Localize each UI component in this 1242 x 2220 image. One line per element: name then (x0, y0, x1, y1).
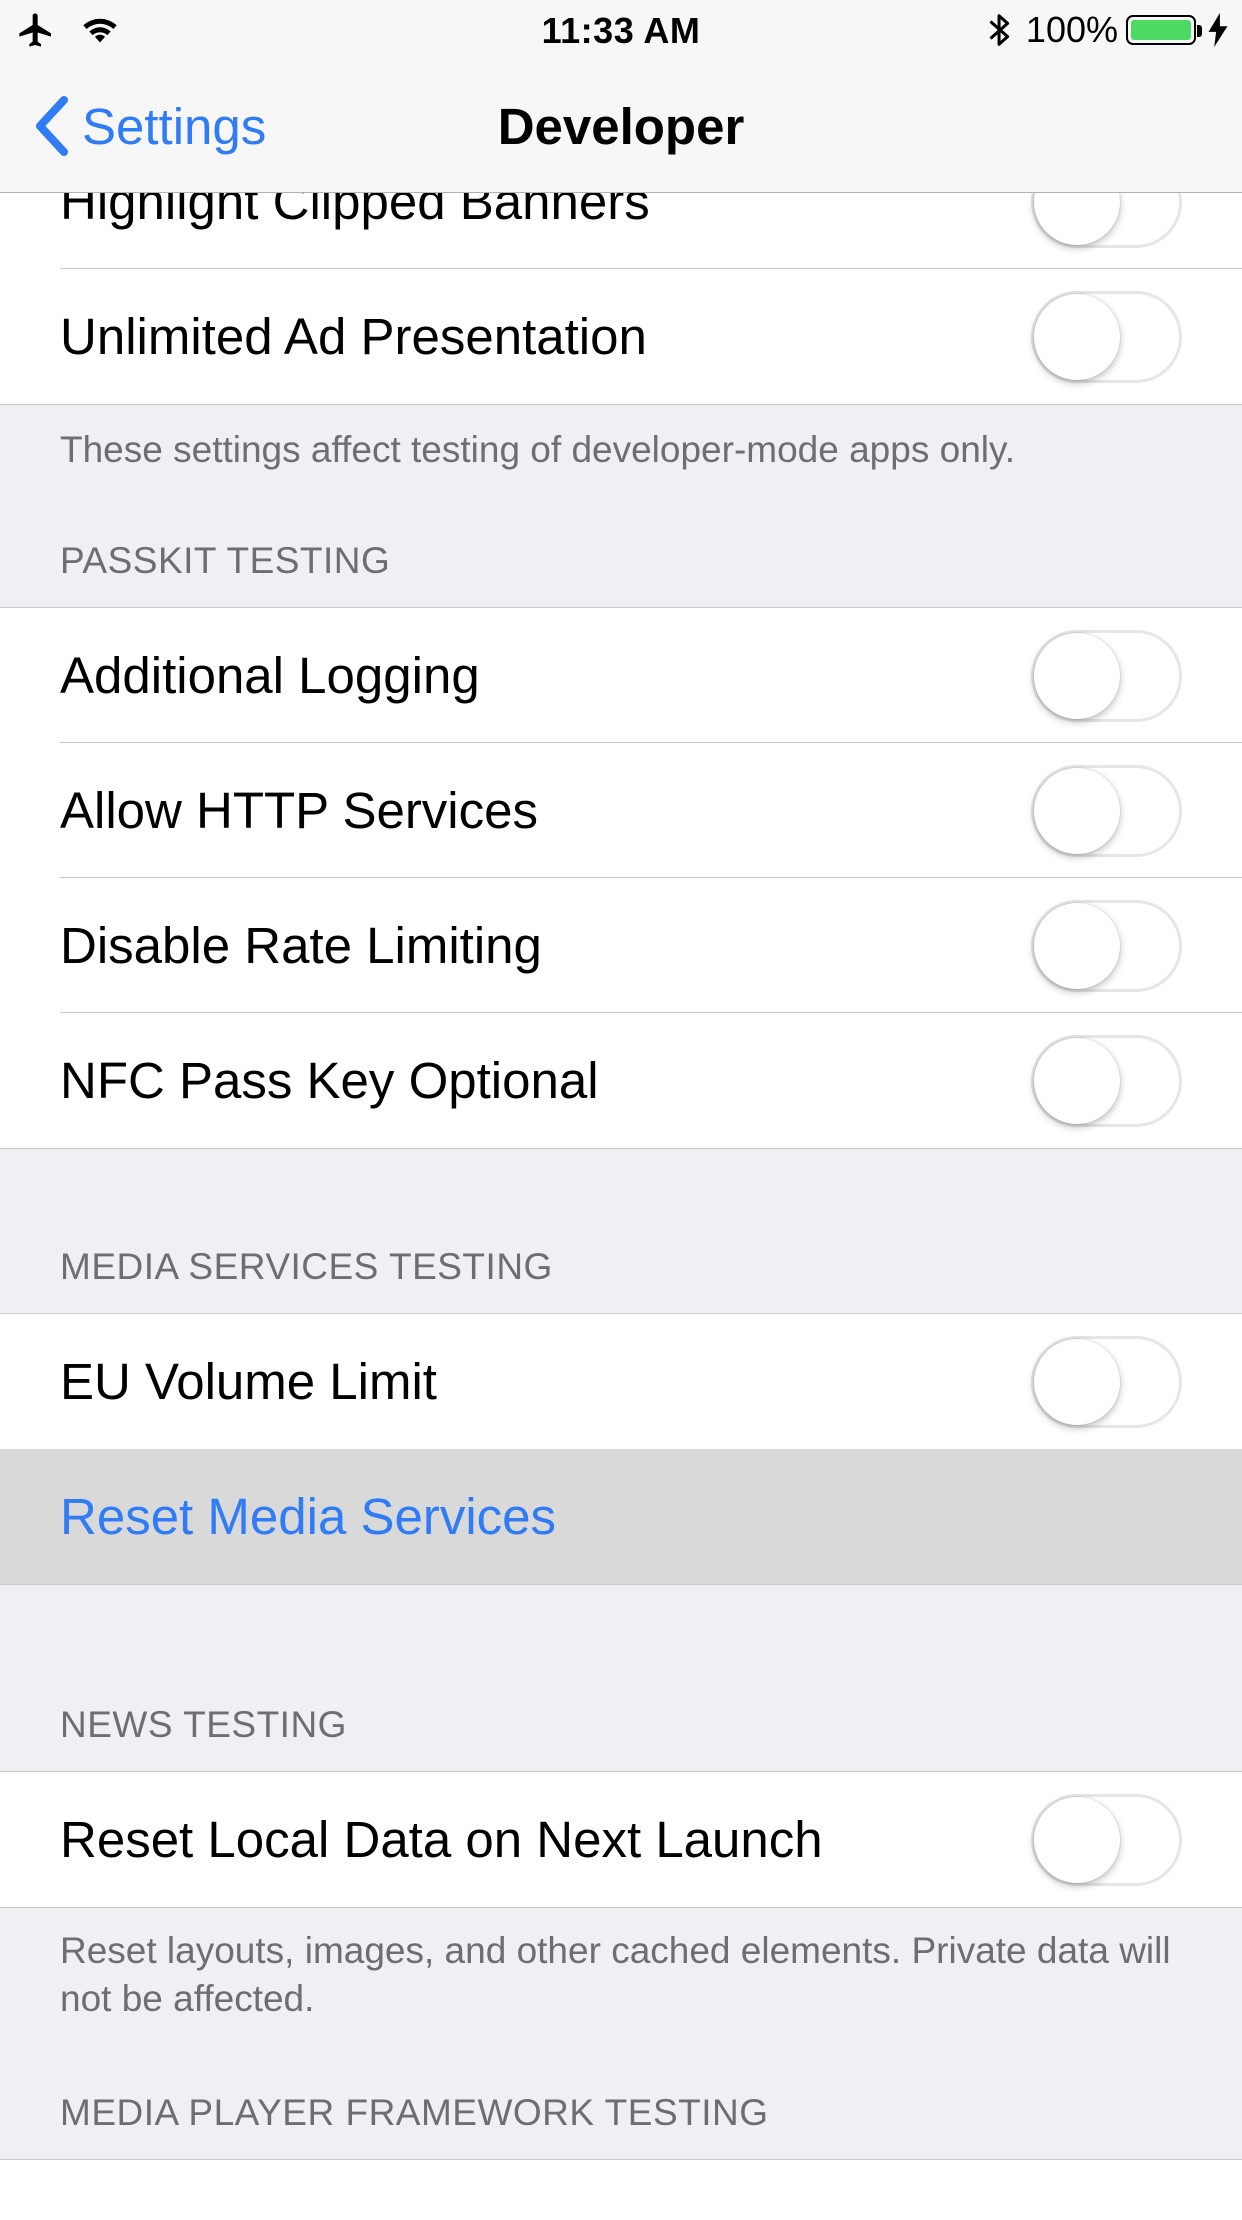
settings-row: Disable Rate Limiting (0, 878, 1242, 1013)
back-button[interactable]: Settings (34, 96, 266, 156)
back-button-label: Settings (82, 97, 267, 155)
battery-fill (1131, 20, 1191, 40)
news-footer-note: Reset layouts, images, and other cached … (60, 1930, 1171, 2019)
passkit-testing-group: Additional Logging Allow HTTP Services D… (0, 607, 1242, 1149)
row-label: Reset Local Data on Next Launch (60, 1811, 823, 1868)
section-header-news: NEWS TESTING (60, 1704, 347, 1745)
status-bar: 11:33 AM 100% (0, 0, 1242, 60)
ads-footer-note: These settings affect testing of develop… (60, 429, 1016, 470)
chevron-left-icon (36, 96, 68, 156)
row-label: Unlimited Ad Presentation (60, 308, 647, 365)
settings-row: NFC Pass Key Optional (0, 1013, 1242, 1148)
additional-logging-toggle[interactable] (1031, 629, 1182, 722)
media-services-group: EU Volume Limit Reset Media Services (0, 1313, 1242, 1585)
battery-percent: 100% (1025, 9, 1118, 50)
settings-row: Unlimited Ad Presentation (0, 269, 1242, 404)
reset-media-services-label: Reset Media Services (60, 1488, 557, 1545)
section-header-media-services: MEDIA SERVICES TESTING (60, 1246, 553, 1287)
row-label: EU Volume Limit (60, 1353, 437, 1410)
section-header-media-player: MEDIA PLAYER FRAMEWORK TESTING (60, 2092, 769, 2133)
media-player-group (0, 2159, 1242, 2220)
bluetooth-icon (989, 14, 1010, 46)
battery-icon (1126, 15, 1202, 45)
row-label: Disable Rate Limiting (60, 917, 542, 974)
navigation-bar: Developer Settings (0, 60, 1242, 193)
section-header-passkit: PASSKIT TESTING (60, 540, 391, 581)
settings-row: Additional Logging (0, 608, 1242, 743)
unlimited-ad-presentation-toggle[interactable] (1031, 290, 1182, 383)
allow-http-services-toggle[interactable] (1031, 764, 1182, 857)
reset-media-services-button[interactable]: Reset Media Services (0, 1449, 1242, 1584)
row-label: Allow HTTP Services (60, 782, 539, 839)
news-testing-group: Reset Local Data on Next Launch (0, 1771, 1242, 1908)
settings-row: Allow HTTP Services (0, 743, 1242, 878)
settings-row: EU Volume Limit (0, 1314, 1242, 1449)
disable-rate-limiting-toggle[interactable] (1031, 899, 1182, 992)
settings-row: Reset Local Data on Next Launch (0, 1772, 1242, 1907)
reset-local-data-toggle[interactable] (1031, 1793, 1182, 1886)
row-label: Additional Logging (60, 647, 480, 704)
eu-volume-limit-toggle[interactable] (1031, 1335, 1182, 1428)
nfc-pass-key-optional-toggle[interactable] (1031, 1034, 1182, 1127)
charging-icon (1208, 13, 1228, 47)
status-right: 100% (988, 9, 1228, 50)
row-label: NFC Pass Key Optional (60, 1052, 599, 1109)
